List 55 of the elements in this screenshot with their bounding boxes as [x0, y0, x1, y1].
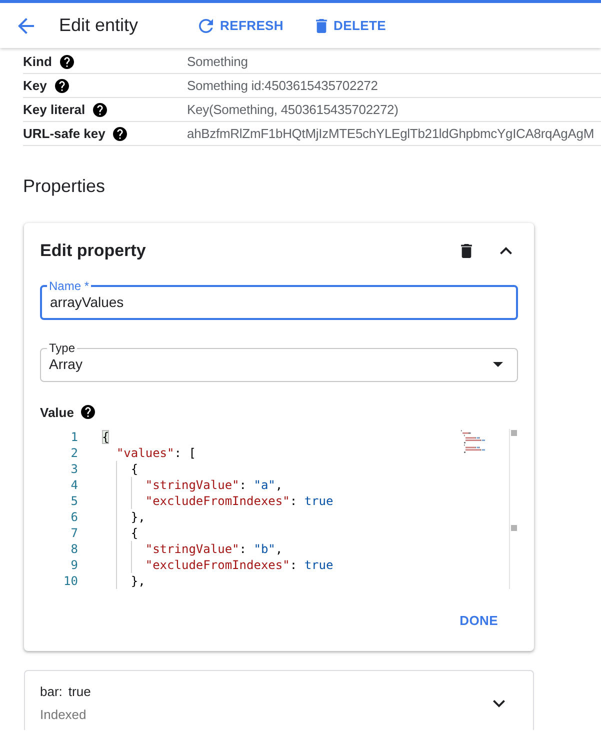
key-label: Key literal	[23, 102, 86, 117]
help-icon	[113, 126, 128, 140]
key-value: Something	[187, 54, 249, 69]
type-select[interactable]: Type Array	[40, 341, 518, 382]
property-value: true	[68, 684, 91, 698]
key-value: Something id:4503615435702272	[187, 78, 379, 93]
key-label: URL-safe key	[23, 126, 106, 141]
chevron-up-icon	[500, 247, 512, 255]
ruler-mark-icon	[511, 525, 517, 531]
refresh-icon	[199, 18, 213, 32]
refresh-button[interactable]: REFRESH	[191, 8, 292, 44]
line-number: 3	[70, 461, 78, 477]
key-label: Key	[23, 78, 47, 93]
code-line: "stringValue": "a",	[102, 477, 283, 493]
ruler-mark-icon	[511, 430, 517, 436]
code-line: },	[102, 509, 146, 525]
dropdown-arrow-icon	[493, 362, 503, 366]
done-button[interactable]: DONE	[452, 602, 506, 638]
property-note: Indexed	[40, 706, 88, 724]
name-field[interactable]: Name * arrayValues	[40, 279, 518, 320]
trash-icon	[316, 18, 327, 32]
code-line: "excludeFromIndexes": true	[102, 557, 334, 573]
code-line: "stringValue": "b",	[102, 541, 283, 557]
trash-icon	[460, 244, 472, 258]
code-line: },	[102, 573, 146, 589]
key-value: ahBzfmRlZmF1bHQtMjIzMTE5chYLEglTb21ldGhpbmcYgICA8rqAgAgM	[187, 126, 596, 141]
line-number: 6	[70, 509, 78, 525]
help-icon	[93, 102, 108, 116]
chevron-down-icon	[493, 700, 505, 708]
value-label: Value	[40, 404, 74, 420]
code-line: {	[102, 461, 138, 477]
arrow-left-icon	[18, 18, 34, 34]
line-number: 5	[70, 493, 78, 509]
key-value: Key(Something, 4503615435702272)	[187, 102, 400, 117]
help-icon	[60, 54, 74, 68]
help-icon	[80, 405, 95, 419]
field-label: Type	[48, 341, 76, 355]
help-icon	[54, 78, 69, 92]
property-name: bar:	[40, 684, 62, 698]
section-title: Properties	[23, 175, 106, 198]
code-line: "excludeFromIndexes": true	[102, 493, 334, 509]
page-title: Edit entity	[59, 15, 140, 36]
line-number: 7	[70, 525, 78, 541]
line-number: 2	[70, 445, 78, 461]
card-title: Edit property	[40, 241, 147, 261]
line-number: 4	[70, 477, 78, 493]
line-number: 8	[70, 541, 78, 557]
line-number: 10	[64, 573, 78, 589]
key-label: Kind	[23, 54, 52, 69]
line-number: 9	[70, 557, 78, 573]
line-number: 1	[70, 429, 78, 445]
code-line: "values": [	[115, 445, 196, 461]
code-line: {	[102, 525, 138, 541]
field-label: Name *	[48, 279, 90, 293]
delete-button[interactable]: DELETE	[308, 8, 394, 44]
